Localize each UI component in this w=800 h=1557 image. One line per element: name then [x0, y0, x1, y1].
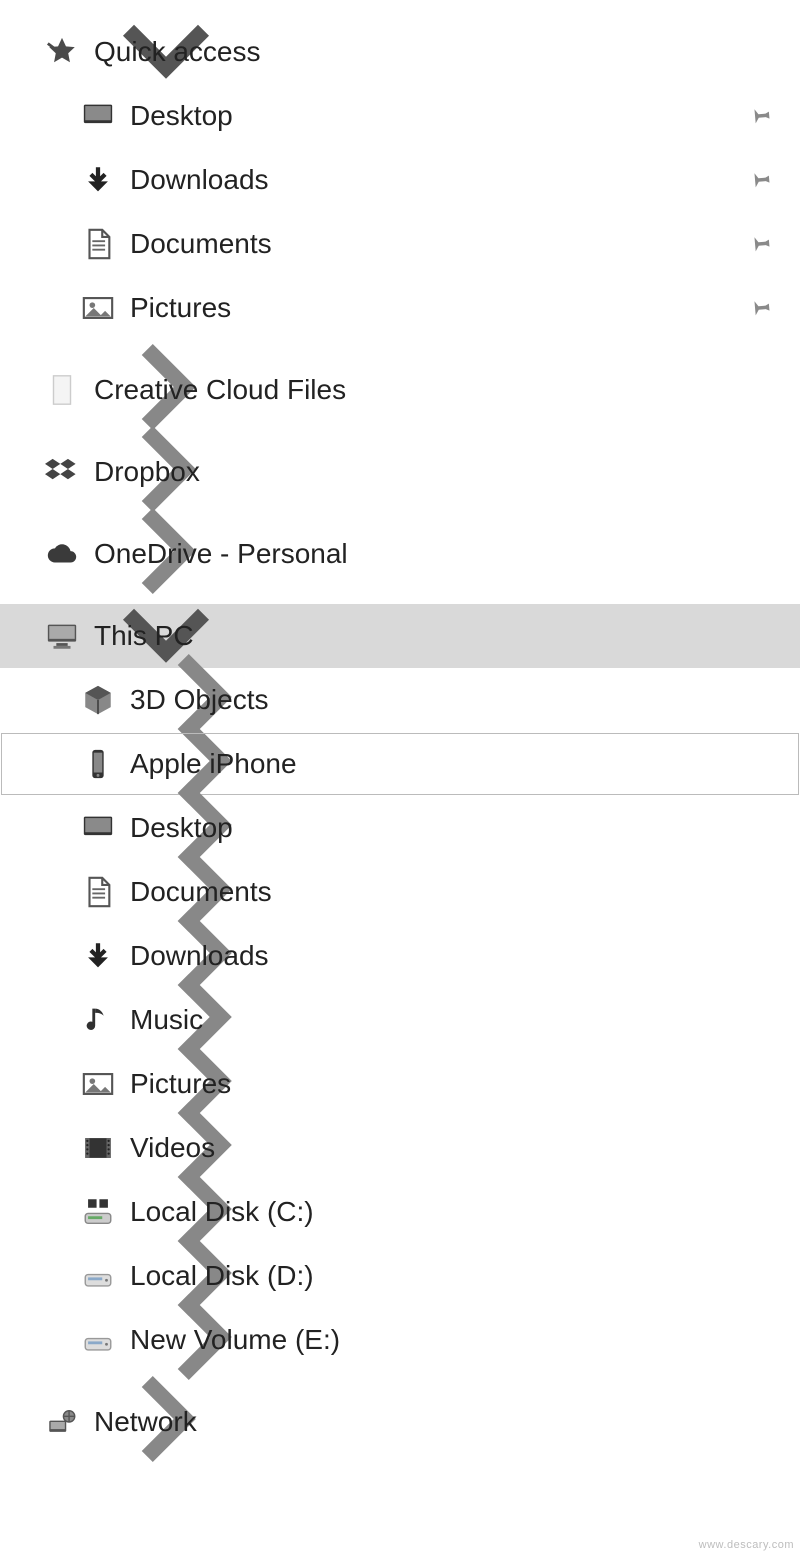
tree-label: Downloads [130, 164, 776, 196]
desktop-icon [80, 98, 116, 134]
tree-item-network[interactable]: Network [0, 1390, 800, 1454]
chevron-right-icon[interactable] [16, 1344, 44, 1500]
tree-item-quick-access[interactable]: Quick access [0, 20, 800, 84]
tree-item-downloads[interactable]: · Downloads [0, 148, 800, 212]
watermark: www.descary.com [699, 1539, 794, 1551]
tree-item-documents[interactable]: · Documents [0, 212, 800, 276]
network-icon [44, 1404, 80, 1440]
download-icon [80, 162, 116, 198]
tree-label: Documents [130, 228, 776, 260]
quick-access-icon [44, 34, 80, 70]
navigation-tree: Quick access · Desktop · Downloads · Doc… [0, 0, 800, 1514]
document-icon [80, 226, 116, 262]
tree-item-desktop[interactable]: · Desktop [0, 84, 800, 148]
tree-label: Desktop [130, 100, 776, 132]
tree-label: Quick access [94, 36, 776, 68]
tree-label: Network [94, 1406, 776, 1438]
